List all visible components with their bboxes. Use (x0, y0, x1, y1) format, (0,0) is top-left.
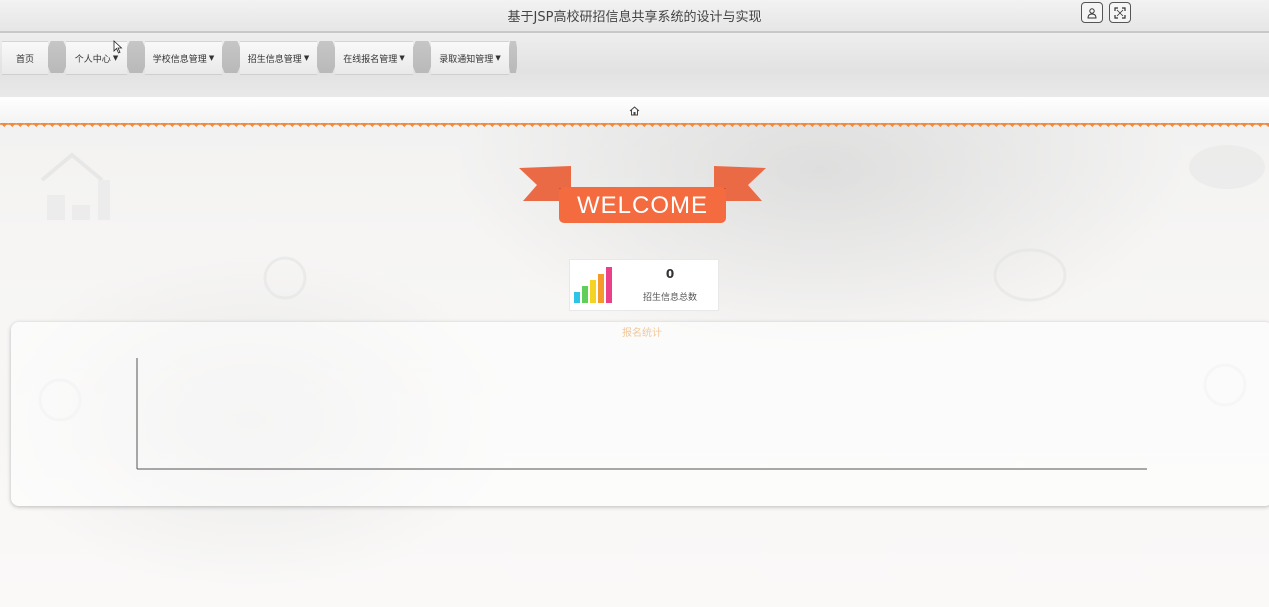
app-title: 基于JSP高校研招信息共享系统的设计与实现 (507, 10, 762, 25)
caret-down-icon: ▼ (208, 54, 215, 62)
robot-decoration-icon (40, 152, 110, 220)
nav-label: 首页 (15, 54, 34, 65)
nav-item-home[interactable]: 首页 (2, 41, 48, 75)
user-icon (1087, 7, 1097, 18)
mouse-pointer-icon (113, 40, 123, 54)
nav-item-school-info[interactable]: 学校信息管理 ▼ (145, 41, 222, 75)
stat-label: 招生信息总数 (642, 293, 697, 303)
home-icon[interactable] (629, 106, 640, 116)
caret-down-icon: ▼ (399, 54, 405, 62)
caret-down-icon: ▼ (112, 54, 119, 62)
caret-down-icon: ▼ (303, 54, 310, 62)
registration-chart-panel: 报名统计 (11, 322, 1269, 506)
nav-item-admission-info[interactable]: 招生信息管理 ▼ (240, 41, 317, 75)
bulb-decoration-icon (263, 256, 307, 300)
nav-item-online-registration[interactable]: 在线报名管理 ▼ (335, 41, 413, 75)
cloud-decoration-icon (1189, 145, 1265, 189)
registration-chart (136, 358, 1147, 470)
nav-label: 个人中心 (74, 54, 111, 65)
user-profile-button[interactable] (1081, 2, 1103, 23)
main-nav: 首页 个人中心 ▼ 学校信息管理 ▼ 招生信息管理 ▼ 在线报名管理 ▼ 录取通知管理 ▼ (2, 41, 517, 75)
stat-value: 0 (665, 267, 675, 281)
nav-label: 招生信息管理 (247, 54, 302, 65)
nav-divider (317, 41, 335, 73)
breadcrumb (0, 97, 1269, 124)
brain-decoration-icon (993, 248, 1067, 302)
decorative-zigzag (0, 123, 1269, 131)
nav-divider (127, 41, 145, 73)
welcome-banner: WELCOME (519, 166, 766, 223)
nav-divider (413, 41, 431, 73)
fullscreen-button[interactable] (1109, 2, 1131, 23)
caret-down-icon: ▼ (495, 54, 501, 62)
nav-label: 在线报名管理 (343, 54, 398, 65)
nav-divider (509, 41, 517, 73)
bar-chart-icon (574, 267, 612, 303)
stat-card-admission-total: 0 招生信息总数 (569, 259, 719, 311)
nav-label: 学校信息管理 (152, 54, 207, 65)
welcome-text: WELCOME (577, 192, 708, 219)
nav-divider (222, 41, 240, 73)
nav-item-admission-notice[interactable]: 录取通知管理 ▼ (431, 41, 509, 75)
nav-label: 录取通知管理 (439, 54, 494, 65)
fullscreen-icon (1114, 6, 1126, 19)
nav-divider (48, 41, 66, 73)
title-bar: 基于JSP高校研招信息共享系统的设计与实现 (0, 0, 1269, 33)
